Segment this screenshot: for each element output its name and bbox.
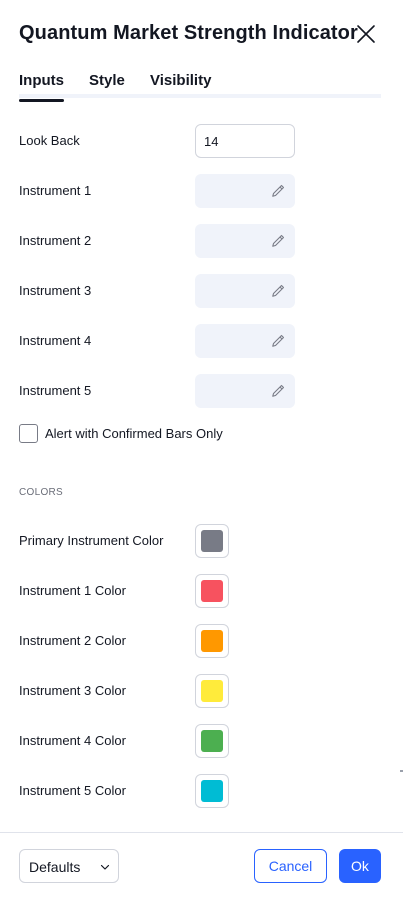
instrument-5-label: Instrument 5 [19,383,92,398]
ok-button[interactable]: Ok [339,849,381,883]
pencil-icon [272,384,285,397]
tab-bar: Inputs Style Visibility [19,70,381,102]
primary-color-swatch[interactable] [195,524,229,558]
dialog-title: Quantum Market Strength Indicator [19,22,358,44]
instrument-2-color-label: Instrument 2 Color [19,633,126,648]
instrument-3-color-label: Instrument 3 Color [19,683,126,698]
primary-color-label: Primary Instrument Color [19,533,164,548]
indicator-settings-dialog: Quantum Market Strength Indicator Inputs… [0,0,403,899]
instrument-2-color-swatch[interactable] [195,624,229,658]
look-back-label: Look Back [19,133,80,148]
alert-confirmed-bars-checkbox[interactable] [19,424,38,443]
tab-inputs[interactable]: Inputs [19,72,64,102]
instrument-3-symbol-field[interactable] [195,274,295,308]
instrument-1-symbol-field[interactable] [195,174,295,208]
instrument-4-symbol-field[interactable] [195,324,295,358]
instrument-3-label: Instrument 3 [19,283,92,298]
defaults-label: Defaults [29,859,81,875]
look-back-input[interactable] [195,124,295,158]
footer-divider [0,832,403,833]
instrument-4-color-row: Instrument 4 Color [19,724,381,758]
instrument-2-label: Instrument 2 [19,233,92,248]
instrument-5-color-label: Instrument 5 Color [19,783,126,798]
colors-section-heading: COLORS [19,487,64,498]
tab-visibility[interactable]: Visibility [150,72,211,98]
instrument-1-row: Instrument 1 [19,174,381,208]
instrument-2-row: Instrument 2 [19,224,381,258]
instrument-5-color-row: Instrument 5 Color [19,774,381,808]
instrument-1-color-label: Instrument 1 Color [19,583,126,598]
instrument-4-row: Instrument 4 [19,324,381,358]
primary-color-row: Primary Instrument Color [19,524,381,558]
color-fill [201,580,223,602]
instrument-2-color-row: Instrument 2 Color [19,624,381,658]
instrument-1-color-swatch[interactable] [195,574,229,608]
color-fill [201,730,223,752]
color-fill [201,530,223,552]
instrument-4-label: Instrument 4 [19,333,92,348]
instrument-1-color-row: Instrument 1 Color [19,574,381,608]
instrument-3-color-row: Instrument 3 Color [19,674,381,708]
pencil-icon [272,284,285,297]
color-fill [201,780,223,802]
tab-style[interactable]: Style [89,72,125,98]
pencil-icon [272,184,285,197]
instrument-5-color-swatch[interactable] [195,774,229,808]
instrument-4-color-swatch[interactable] [195,724,229,758]
alert-confirmed-bars-option[interactable]: Alert with Confirmed Bars Only [19,424,319,444]
instrument-3-color-swatch[interactable] [195,674,229,708]
pencil-icon [272,234,285,247]
cancel-button[interactable]: Cancel [254,849,327,883]
defaults-dropdown[interactable]: Defaults [19,849,119,883]
alert-confirmed-bars-label: Alert with Confirmed Bars Only [45,426,223,441]
look-back-row: Look Back [19,124,381,158]
instrument-5-row: Instrument 5 [19,374,381,408]
instrument-1-label: Instrument 1 [19,183,92,198]
instrument-4-color-label: Instrument 4 Color [19,733,126,748]
instrument-3-row: Instrument 3 [19,274,381,308]
close-icon[interactable] [355,23,377,45]
color-fill [201,630,223,652]
color-fill [201,680,223,702]
pencil-icon [272,334,285,347]
instrument-5-symbol-field[interactable] [195,374,295,408]
chevron-down-icon [100,864,110,870]
instrument-2-symbol-field[interactable] [195,224,295,258]
